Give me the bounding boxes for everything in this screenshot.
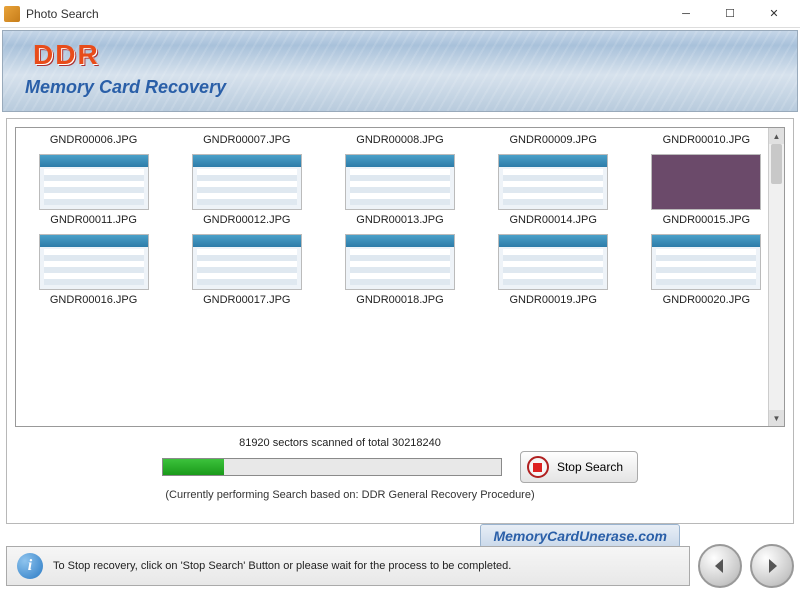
stop-search-button[interactable]: Stop Search — [520, 451, 638, 483]
thumbnail-grid: GNDR00006.JPG GNDR00007.JPG GNDR00008.JPG G… — [20, 134, 780, 306]
thumbnail-item[interactable]: GNDR00011.JPG — [20, 150, 167, 226]
thumbnail-image — [345, 234, 455, 290]
thumbnail-item[interactable]: GNDR00020.JPG — [633, 230, 780, 306]
thumbnail-image — [651, 234, 761, 290]
progress-bar — [162, 458, 502, 476]
maximize-button[interactable]: ☐ — [708, 1, 752, 27]
thumbnail-item[interactable]: GNDR00012.JPG — [173, 150, 320, 226]
next-button[interactable] — [750, 544, 794, 588]
thumbnail-item[interactable]: GNDR00010.JPG — [633, 134, 780, 146]
thumbnail-filename: GNDR00015.JPG — [663, 214, 750, 226]
thumbnail-item[interactable]: GNDR00009.JPG — [480, 134, 627, 146]
results-frame: GNDR00006.JPG GNDR00007.JPG GNDR00008.JPG G… — [15, 127, 785, 427]
footer: i To Stop recovery, click on 'Stop Searc… — [6, 538, 794, 594]
info-box: i To Stop recovery, click on 'Stop Searc… — [6, 546, 690, 586]
stop-icon — [527, 456, 549, 478]
thumbnail-item[interactable]: GNDR00008.JPG — [326, 134, 473, 146]
thumbnail-item[interactable]: GNDR00015.JPG — [633, 150, 780, 226]
thumbnail-filename: GNDR00008.JPG — [356, 134, 443, 146]
progress-area: 81920 sectors scanned of total 30218240 … — [15, 437, 785, 501]
window-title: Photo Search — [26, 7, 664, 21]
thumbnail-item[interactable]: GNDR00007.JPG — [173, 134, 320, 146]
thumbnail-item[interactable]: GNDR00014.JPG — [480, 150, 627, 226]
scroll-thumb[interactable] — [771, 144, 782, 184]
thumbnail-filename: GNDR00013.JPG — [356, 214, 443, 226]
thumbnail-filename: GNDR00017.JPG — [203, 294, 290, 306]
thumbnail-filename: GNDR00014.JPG — [509, 214, 596, 226]
thumbnail-image — [498, 154, 608, 210]
thumbnail-filename: GNDR00019.JPG — [509, 294, 596, 306]
thumbnail-item[interactable]: GNDR00006.JPG — [20, 134, 167, 146]
scroll-up-icon[interactable]: ▲ — [769, 128, 784, 144]
scroll-down-icon[interactable]: ▼ — [769, 410, 784, 426]
thumbnail-filename: GNDR00006.JPG — [50, 134, 137, 146]
progress-label: 81920 sectors scanned of total 30218240 — [0, 437, 745, 449]
thumbnail-image — [39, 234, 149, 290]
info-text: To Stop recovery, click on 'Stop Search'… — [53, 560, 511, 572]
banner-subtitle: Memory Card Recovery — [25, 77, 226, 98]
scroll-track[interactable] — [769, 144, 784, 410]
thumbnail-item[interactable]: GNDR00016.JPG — [20, 230, 167, 306]
thumbnail-image — [192, 154, 302, 210]
minimize-button[interactable]: ─ — [664, 1, 708, 27]
thumbnail-image — [651, 154, 761, 210]
progress-fill — [163, 459, 224, 475]
thumbnail-item[interactable]: GNDR00018.JPG — [326, 230, 473, 306]
arrow-left-icon — [710, 556, 730, 576]
arrow-right-icon — [762, 556, 782, 576]
thumbnail-filename: GNDR00009.JPG — [509, 134, 596, 146]
thumbnail-item[interactable]: GNDR00017.JPG — [173, 230, 320, 306]
thumbnail-filename: GNDR00007.JPG — [203, 134, 290, 146]
app-icon — [4, 6, 20, 22]
stop-button-label: Stop Search — [557, 460, 623, 474]
thumbnail-item[interactable]: GNDR00013.JPG — [326, 150, 473, 226]
logo-text: DDR — [33, 39, 100, 71]
thumbnail-image — [498, 234, 608, 290]
thumbnail-filename: GNDR00011.JPG — [50, 214, 137, 226]
back-button[interactable] — [698, 544, 742, 588]
procedure-label: (Currently performing Search based on: D… — [0, 489, 745, 501]
thumbnail-filename: GNDR00010.JPG — [663, 134, 750, 146]
banner: DDR Memory Card Recovery — [2, 30, 798, 112]
thumbnail-filename: GNDR00018.JPG — [356, 294, 443, 306]
thumbnail-item[interactable]: GNDR00019.JPG — [480, 230, 627, 306]
info-icon: i — [17, 553, 43, 579]
thumbnail-image — [39, 154, 149, 210]
thumbnail-filename: GNDR00020.JPG — [663, 294, 750, 306]
titlebar: Photo Search ─ ☐ ✕ — [0, 0, 800, 28]
thumbnail-image — [345, 154, 455, 210]
scrollbar[interactable]: ▲ ▼ — [768, 128, 784, 426]
close-button[interactable]: ✕ — [752, 1, 796, 27]
thumbnail-image — [192, 234, 302, 290]
thumbnail-filename: GNDR00016.JPG — [50, 294, 137, 306]
thumbnail-filename: GNDR00012.JPG — [203, 214, 290, 226]
main-panel: GNDR00006.JPG GNDR00007.JPG GNDR00008.JPG G… — [6, 118, 794, 524]
